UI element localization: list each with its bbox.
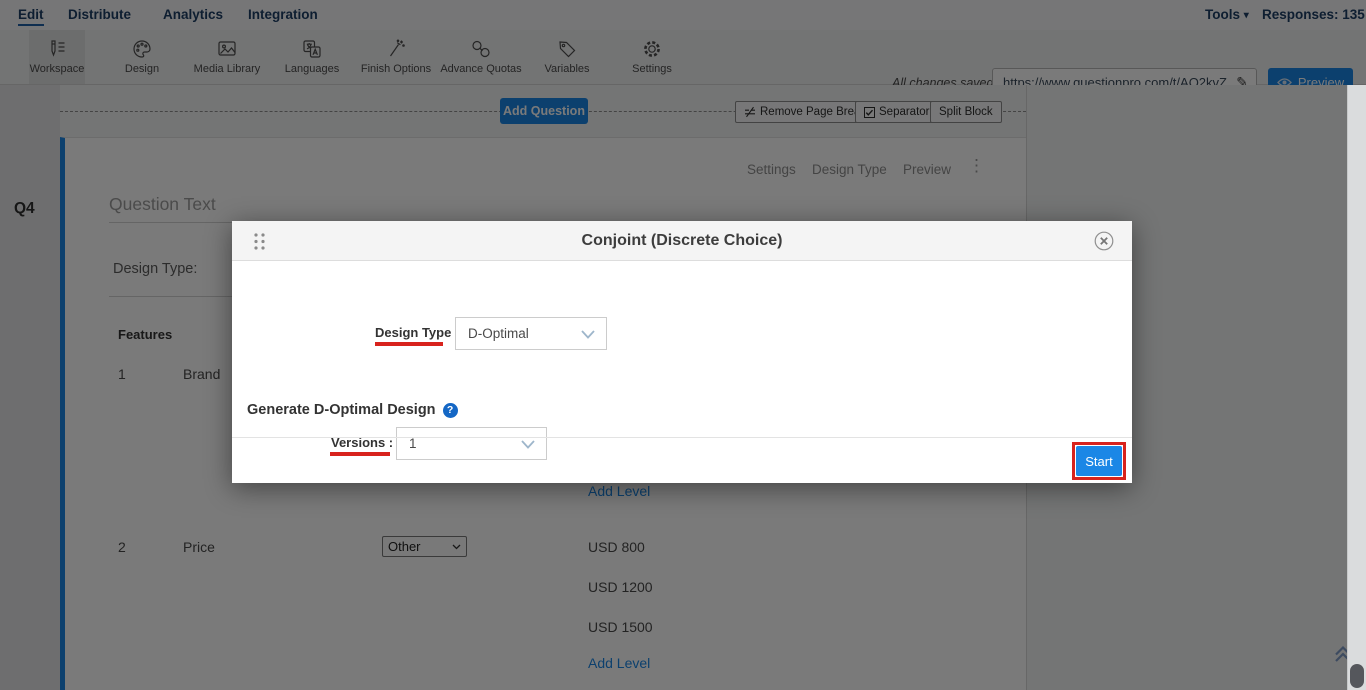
versions-dropdown[interactable]: 1 xyxy=(396,427,547,460)
design-type-dropdown[interactable]: D-Optimal xyxy=(455,317,607,350)
scrollbar-track[interactable] xyxy=(1347,85,1366,690)
start-button-highlight-frame: Start xyxy=(1072,442,1126,480)
generate-d-optimal-heading: Generate D-Optimal Design ? xyxy=(247,402,458,418)
scrollbar-thumb[interactable] xyxy=(1350,664,1364,688)
close-icon[interactable] xyxy=(1094,231,1114,251)
design-type-highlight-underline xyxy=(375,342,443,346)
dialog-header: Conjoint (Discrete Choice) xyxy=(232,221,1132,261)
chevron-down-icon xyxy=(581,330,595,339)
dialog-title: Conjoint (Discrete Choice) xyxy=(232,221,1132,261)
modal-design-type-label: Design Type xyxy=(375,325,451,340)
start-button[interactable]: Start xyxy=(1076,446,1122,476)
design-type-dropdown-value: D-Optimal xyxy=(468,318,529,349)
conjoint-settings-dialog: Conjoint (Discrete Choice) Design Type D… xyxy=(232,221,1132,483)
versions-dropdown-value: 1 xyxy=(409,428,417,459)
dialog-body: Design Type D-Optimal Generate D-Optimal… xyxy=(232,261,1132,437)
help-icon[interactable]: ? xyxy=(443,403,458,418)
dialog-footer-divider xyxy=(232,437,1132,438)
versions-highlight-underline xyxy=(330,452,390,456)
chevron-down-icon xyxy=(521,440,535,449)
generate-d-optimal-text: Generate D-Optimal Design xyxy=(247,402,436,418)
